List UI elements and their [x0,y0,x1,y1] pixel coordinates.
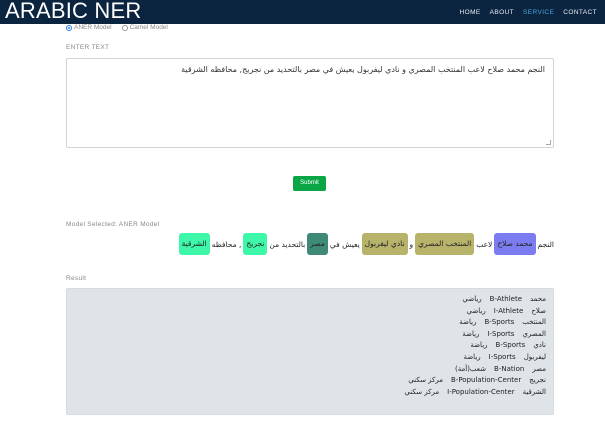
result-category: رياضة [462,329,480,338]
radio-checked-icon[interactable] [66,25,72,31]
entity-highlight: مصر [307,233,328,255]
result-word: المصري [522,329,546,338]
entity-highlight: نادي ليفربول [361,233,408,255]
enter-text-label: ENTER TEXT [66,44,110,51]
nav-service-link[interactable]: SERVICE [523,9,554,17]
radio-aner-label: ANER Model [74,24,112,31]
result-word: نادي [533,341,546,350]
radio-aner-model[interactable]: ANER Model [66,24,112,32]
text-input-value: النجم محمد صلاح لاعب المنتخب المصري و نا… [181,65,545,74]
nav-contact-link[interactable]: CONTACT [563,9,597,17]
ner-token: بالتحديد من [269,239,306,249]
result-row: الشرقية I-Population-Center مركز سكني [74,387,546,399]
resize-handle-icon[interactable] [546,140,551,145]
result-category: رياضة [459,318,477,327]
radio-camel-model[interactable]: Camel Model [121,24,168,32]
result-word: مصر [532,364,546,373]
model-selected-label: Model Selected: ANER Model [66,221,160,228]
brand-title[interactable]: ARABIC NER [5,0,141,24]
entity-highlight: المنتخب المصري [415,233,475,255]
entity-highlight: الشرقية [178,233,210,255]
ner-token: يعيش في [329,239,360,249]
result-tag: B-Population-Center [451,376,522,385]
radio-unchecked-icon[interactable] [121,25,128,31]
result-row: المصري I-Sports رياضة [74,329,546,341]
result-tag: I-Athlete [493,306,524,315]
result-word: المنتخب [522,318,546,327]
result-category: رياضي [462,295,482,303]
result-category: مركز سكني [404,387,440,396]
result-word: صلاح [531,306,546,315]
result-tag: B-Sports [484,318,515,327]
radio-camel-label: Camel Model [129,24,168,31]
result-row: نادي B-Sports رياضة [74,340,546,352]
result-box: محمد B-Athlete رياضي صلاح I-Athlete رياضي المن… [66,288,554,415]
ner-token: النجم [537,239,554,249]
result-tag: I-Sports [487,329,515,338]
result-row: نجريج B-Population-Center مركز سكني [74,375,546,387]
result-tag: I-Sports [488,352,516,361]
nav-links: HOME ABOUT SERVICE CONTACT [460,9,597,17]
entity-highlight: محمد صلاح [494,233,536,255]
submit-button[interactable]: Submit [293,176,326,191]
result-word: نجريج [529,376,546,385]
result-tag: B-Athlete [489,295,522,303]
result-category: مركز سكني [408,376,443,385]
result-row: مصر B-Nation شعب(أمة) [74,364,546,376]
result-row: صلاح I-Athlete رياضي [74,306,546,318]
result-category: شعب(أمة) [455,364,487,373]
ner-token: , محافظه [211,239,242,249]
ner-token: و [409,239,414,249]
navbar: ARABIC NER HOME ABOUT SERVICE CONTACT [0,0,605,24]
text-input-area[interactable]: النجم محمد صلاح لاعب المنتخب المصري و نا… [66,58,554,148]
nav-about-link[interactable]: ABOUT [490,9,514,17]
result-word: ليفربول [523,352,546,361]
result-category: رياضة [463,352,481,361]
nav-home-link[interactable]: HOME [460,9,481,17]
result-row: محمد B-Athlete رياضي [74,294,546,306]
result-tag: I-Population-Center [447,387,515,396]
ner-token: لاعب [476,239,493,249]
result-category: رياضة [470,341,488,350]
result-row: ليفربول I-Sports رياضة [74,352,546,364]
result-category: رياضي [466,306,486,315]
model-selector: ANER Model Camel Model [66,24,168,32]
result-word: الشرقية [522,387,546,396]
result-word: محمد [530,295,546,303]
ner-highlighted-output: النجم محمد صلاح لاعب المنتخب المصري و نادي لي… [60,232,555,256]
entity-highlight: نجريج [243,233,268,255]
result-tag: B-Sports [495,341,526,350]
result-tag: B-Nation [494,364,525,373]
result-label: Result [66,275,87,282]
result-row: المنتخب B-Sports رياضة [74,317,546,329]
